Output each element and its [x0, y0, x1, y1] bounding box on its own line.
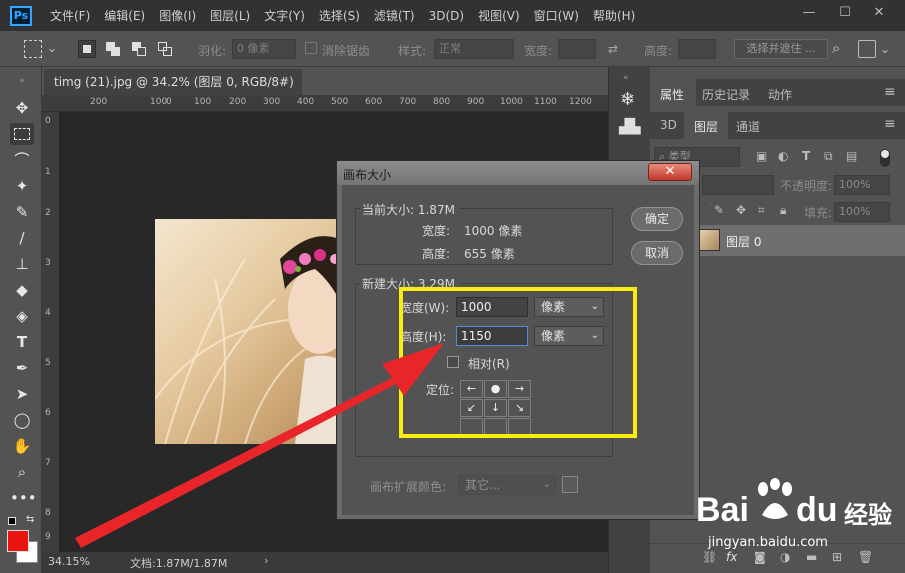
- watermark-jingyan: 经验: [844, 501, 892, 529]
- watermark-brand-du: du: [796, 491, 838, 529]
- arrow-shape: [75, 343, 444, 548]
- baidu-watermark: Bai du 经验 jingyan.baidu.com: [696, 475, 896, 567]
- watermark-url: jingyan.baidu.com: [708, 535, 828, 550]
- paw-icon: [758, 478, 792, 519]
- watermark-brand: Bai: [696, 491, 749, 529]
